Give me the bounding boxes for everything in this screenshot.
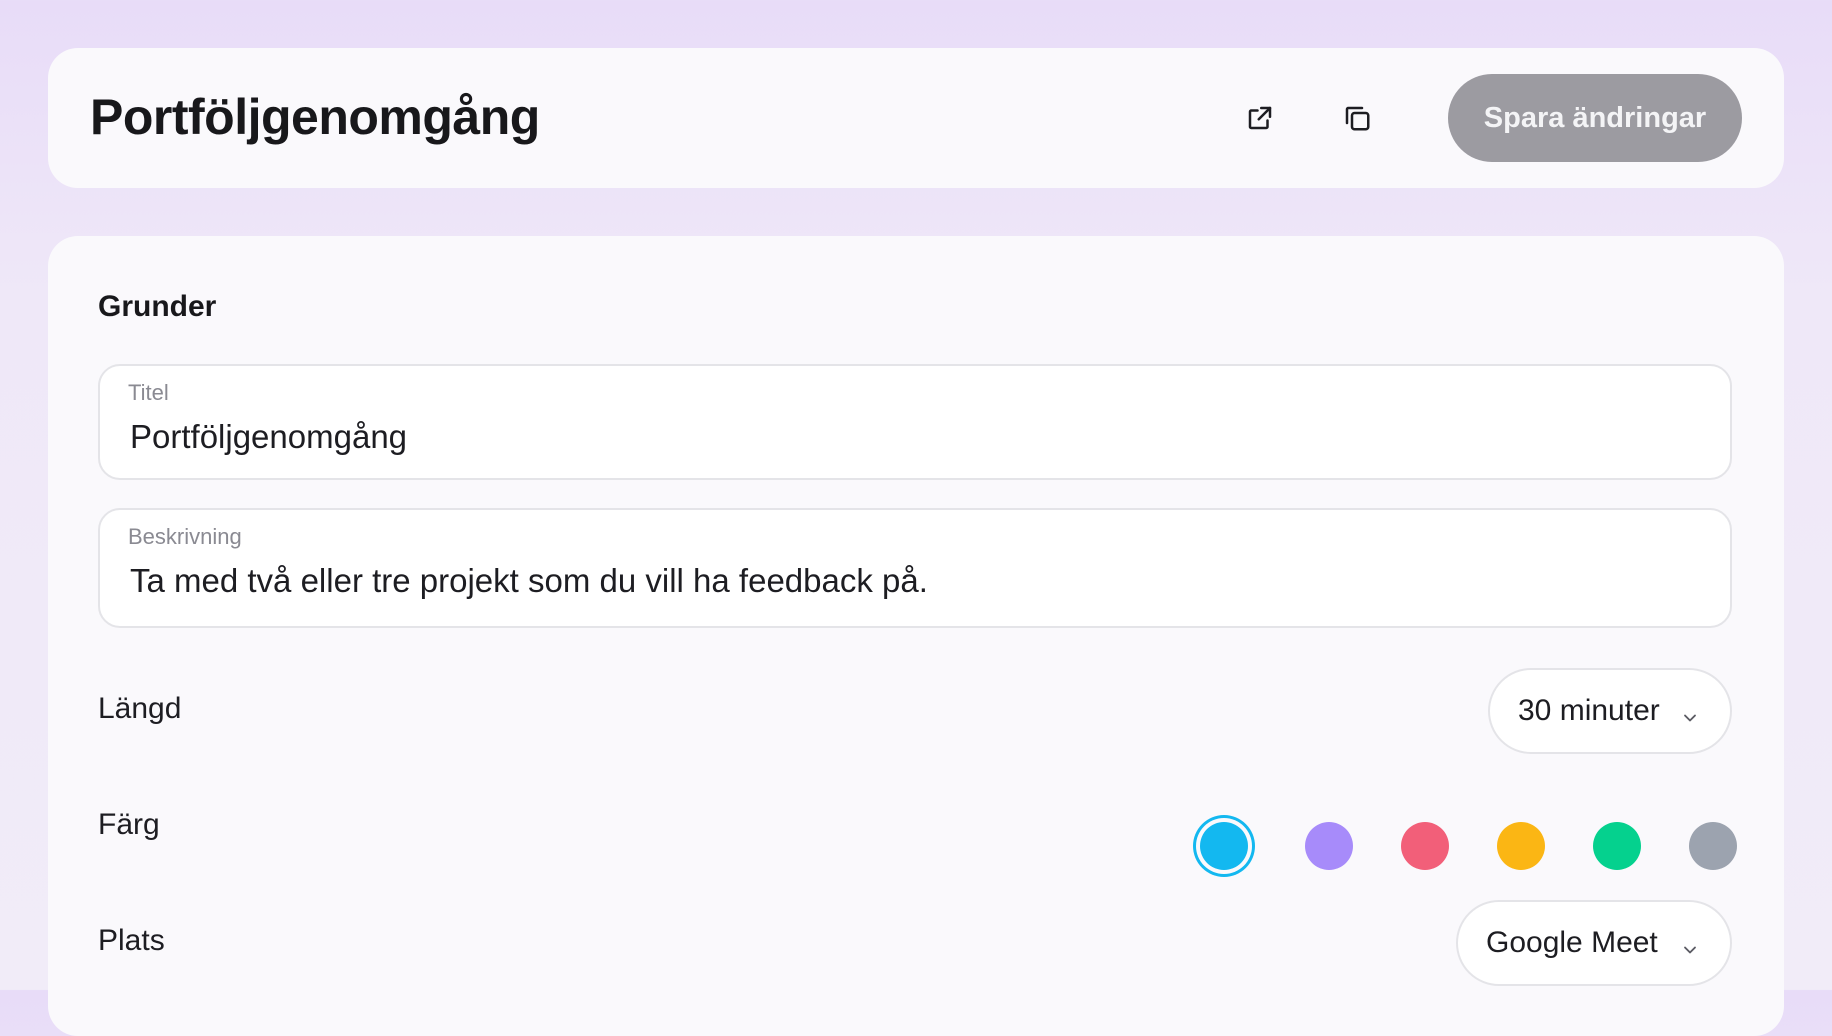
chevron-down-icon <box>1680 702 1700 736</box>
title-field[interactable]: Titel Portföljgenomgång <box>98 364 1732 480</box>
description-field-label: Beskrivning <box>128 524 242 549</box>
external-link-icon[interactable] <box>1238 96 1282 140</box>
color-swatch-yellow[interactable] <box>1497 822 1545 870</box>
chevron-down-icon <box>1680 934 1700 968</box>
copy-icon[interactable] <box>1335 96 1379 140</box>
description-field-value[interactable]: Ta med två eller tre projekt som du vill… <box>130 562 928 600</box>
place-select-value: Google Meet <box>1486 926 1658 959</box>
header-card: Portföljgenomgång Spara ändringar <box>48 48 1784 188</box>
place-label: Plats <box>98 924 165 957</box>
place-select[interactable]: Google Meet <box>1456 900 1732 986</box>
page-title: Portföljgenomgång <box>90 89 540 145</box>
color-swatch-blue[interactable] <box>1200 822 1248 870</box>
color-swatch-red[interactable] <box>1401 822 1449 870</box>
section-heading: Grunder <box>98 290 217 323</box>
description-field[interactable]: Beskrivning Ta med två eller tre projekt… <box>98 508 1732 628</box>
settings-card: Grunder Titel Portföljgenomgång Beskrivn… <box>48 236 1784 1036</box>
color-label: Färg <box>98 808 160 841</box>
length-select[interactable]: 30 minuter <box>1488 668 1732 754</box>
save-changes-button[interactable]: Spara ändringar <box>1448 74 1742 162</box>
color-swatch-gray[interactable] <box>1689 822 1737 870</box>
title-field-value[interactable]: Portföljgenomgång <box>130 418 407 456</box>
title-field-label: Titel <box>128 380 169 405</box>
length-select-value: 30 minuter <box>1518 694 1660 727</box>
color-swatch-purple[interactable] <box>1305 822 1353 870</box>
length-label: Längd <box>98 692 182 725</box>
color-swatch-green[interactable] <box>1593 822 1641 870</box>
